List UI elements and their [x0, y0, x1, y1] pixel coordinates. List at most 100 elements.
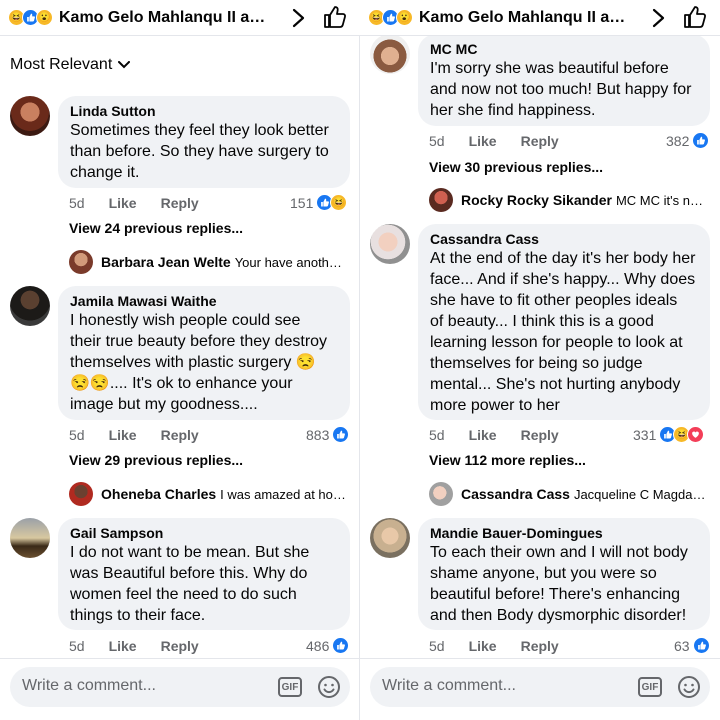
- view-replies-link[interactable]: View 29 previous replies...: [69, 452, 243, 468]
- comment-bubble: Cassandra Cass At the end of the day it'…: [418, 224, 710, 420]
- reply-preview[interactable]: Rocky Rocky Sikander MC MC it's not...: [429, 188, 709, 212]
- like-icon: [332, 637, 350, 654]
- comment-time: 5d: [429, 638, 445, 654]
- comment-time: 5d: [69, 195, 85, 211]
- reply-button[interactable]: Reply: [521, 427, 559, 443]
- reaction-number: 486: [306, 637, 330, 654]
- view-replies-link[interactable]: View 112 more replies...: [429, 452, 586, 468]
- comment-time: 5d: [69, 638, 85, 654]
- comment-bubble: Gail Sampson I do not want to be mean. B…: [58, 518, 350, 630]
- reply-author: Barbara Jean Welte: [101, 254, 231, 270]
- reply-text: Your have another...: [234, 254, 349, 270]
- comment-time: 5d: [69, 427, 85, 443]
- thumbs-up-icon[interactable]: [682, 4, 708, 30]
- reply-author: Oheneba Charles: [101, 486, 217, 502]
- avatar[interactable]: [10, 518, 50, 558]
- left-pane: 😆 😮 Kamo Gelo Mahlanqu II and ... Most R…: [0, 0, 360, 720]
- comment-author[interactable]: Cassandra Cass: [430, 230, 698, 248]
- like-icon: [692, 132, 710, 149]
- wow-icon: 😮: [36, 9, 53, 26]
- post-header: 😆 😮 Kamo Gelo Mahlanqu II and ...: [0, 0, 360, 36]
- comment-actions: 5d Like Reply: [429, 638, 583, 654]
- comment-bubble: Linda Sutton Sometimes they feel they lo…: [58, 96, 350, 188]
- reaction-number: 331: [633, 426, 657, 443]
- avatar: [429, 482, 453, 506]
- reply-preview[interactable]: Oheneba Charles I was amazed at how...: [69, 482, 349, 506]
- smiley-icon[interactable]: [677, 675, 701, 699]
- reaction-count[interactable]: 382: [666, 132, 710, 149]
- comment-composer: Write a comment... GIF: [0, 658, 360, 720]
- comment-author[interactable]: Gail Sampson: [70, 524, 338, 542]
- post-header: 😆 😮 Kamo Gelo Mahlanqu II and ...: [360, 0, 720, 36]
- comment-input[interactable]: Write a comment... GIF: [10, 667, 350, 707]
- comment-placeholder: Write a comment...: [382, 677, 516, 694]
- reaction-icons[interactable]: 😆 😮: [368, 9, 413, 26]
- comment-text: To each their own and I will not body sh…: [430, 544, 688, 624]
- like-icon: [332, 426, 350, 443]
- reply-button[interactable]: Reply: [521, 133, 559, 149]
- chevron-right-icon[interactable]: [647, 6, 669, 30]
- reply-button[interactable]: Reply: [161, 195, 199, 211]
- reaction-number: 63: [674, 637, 690, 654]
- comment-actions: 5d Like Reply: [69, 427, 223, 443]
- post-title[interactable]: Kamo Gelo Mahlanqu II and ...: [59, 9, 275, 27]
- gif-icon[interactable]: GIF: [278, 677, 302, 697]
- reaction-count[interactable]: 486: [306, 637, 350, 654]
- like-button[interactable]: Like: [469, 133, 497, 149]
- like-button[interactable]: Like: [109, 427, 137, 443]
- smiley-icon[interactable]: [317, 675, 341, 699]
- avatar: [69, 482, 93, 506]
- reply-text: Jacqueline C Magdara...: [573, 486, 709, 502]
- reaction-count[interactable]: 883: [306, 426, 350, 443]
- reaction-count[interactable]: 63: [674, 637, 710, 654]
- like-button[interactable]: Like: [109, 195, 137, 211]
- comment-text: I honestly wish people could see their t…: [70, 312, 328, 413]
- view-replies-link[interactable]: View 30 previous replies...: [429, 159, 603, 175]
- like-button[interactable]: Like: [469, 638, 497, 654]
- like-button[interactable]: Like: [109, 638, 137, 654]
- comment-text: I do not want to be mean. But she was Be…: [70, 544, 310, 624]
- comment-author[interactable]: Jamila Mawasi Waithe: [70, 292, 338, 310]
- reply-button[interactable]: Reply: [161, 638, 199, 654]
- love-icon: [687, 426, 705, 443]
- chevron-right-icon[interactable]: [287, 6, 309, 30]
- avatar[interactable]: [10, 286, 50, 326]
- comment-author[interactable]: Linda Sutton: [70, 102, 338, 120]
- comment-placeholder: Write a comment...: [22, 677, 156, 694]
- avatar[interactable]: [370, 34, 410, 74]
- chevron-down-icon: [118, 61, 131, 69]
- comment-input[interactable]: Write a comment... GIF: [370, 667, 710, 707]
- reaction-count[interactable]: 331 😆: [633, 426, 705, 443]
- like-button[interactable]: Like: [469, 427, 497, 443]
- view-replies-link[interactable]: View 24 previous replies...: [69, 220, 243, 236]
- comment-time: 5d: [429, 427, 445, 443]
- comment-bubble: MC MC I'm sorry she was beautiful before…: [418, 34, 710, 126]
- comment-text: Sometimes they feel they look better tha…: [70, 122, 329, 181]
- avatar[interactable]: [370, 224, 410, 264]
- post-title[interactable]: Kamo Gelo Mahlanqu II and ...: [419, 9, 635, 27]
- reply-preview[interactable]: Cassandra Cass Jacqueline C Magdara...: [429, 482, 709, 506]
- avatar[interactable]: [10, 96, 50, 136]
- reaction-number: 883: [306, 426, 330, 443]
- thumbs-up-icon[interactable]: [322, 4, 348, 30]
- comment-author[interactable]: MC MC: [430, 40, 698, 58]
- comment-actions: 5d Like Reply: [429, 133, 583, 149]
- comment-composer: Write a comment... GIF: [360, 658, 720, 720]
- reply-author: Cassandra Cass: [461, 486, 570, 502]
- sort-label: Most Relevant: [10, 56, 113, 73]
- haha-icon: 😆: [330, 194, 348, 211]
- comment-text: At the end of the day it's her body her …: [430, 250, 696, 414]
- reply-button[interactable]: Reply: [161, 427, 199, 443]
- comment-bubble: Mandie Bauer-Domingues To each their own…: [418, 518, 710, 630]
- sort-dropdown[interactable]: Most Relevant: [10, 56, 131, 74]
- gif-icon[interactable]: GIF: [638, 677, 662, 697]
- comment-actions: 5d Like Reply: [69, 638, 223, 654]
- reply-button[interactable]: Reply: [521, 638, 559, 654]
- reaction-icons[interactable]: 😆 😮: [8, 9, 53, 26]
- avatar[interactable]: [370, 518, 410, 558]
- comment-author[interactable]: Mandie Bauer-Domingues: [430, 524, 698, 542]
- reply-preview[interactable]: Barbara Jean Welte Your have another...: [69, 250, 349, 274]
- comment-actions: 5d Like Reply: [69, 195, 223, 211]
- reply-text: MC MC it's not...: [615, 192, 709, 208]
- reaction-count[interactable]: 151 😆: [290, 194, 348, 211]
